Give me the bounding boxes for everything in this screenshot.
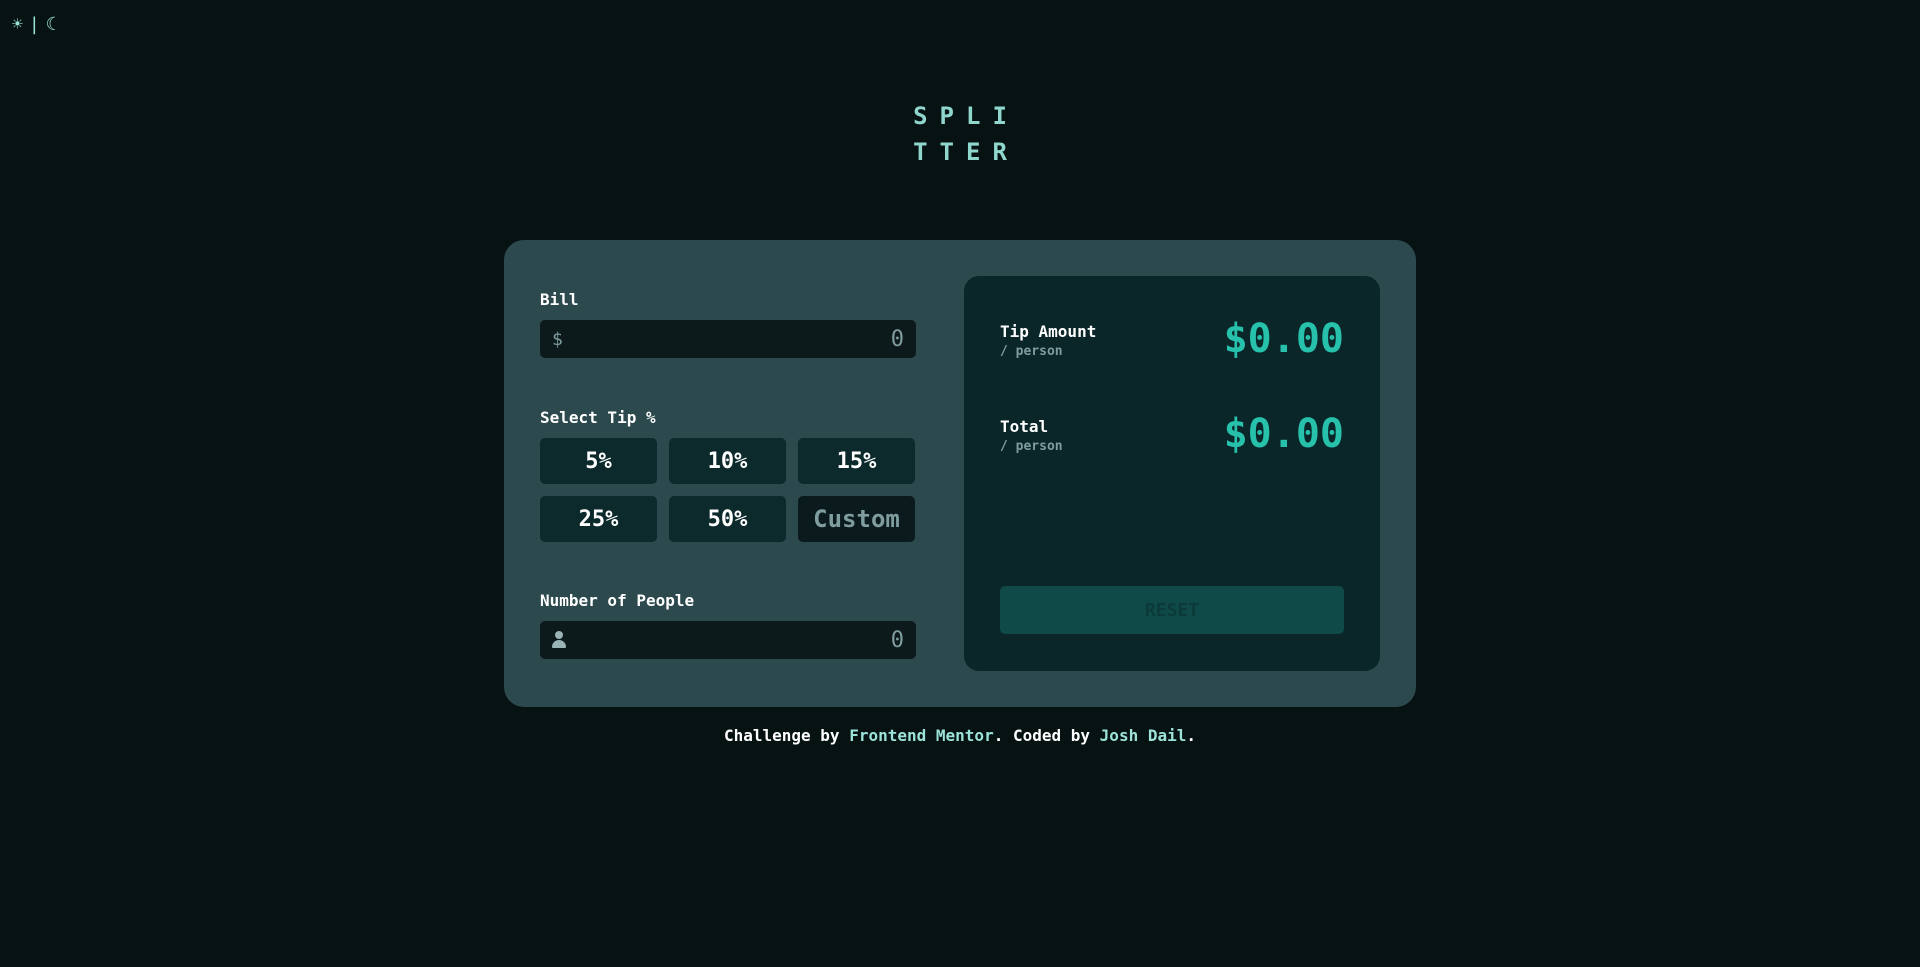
custom-tip-input[interactable]: Custom (798, 496, 915, 542)
logo-line-2: TTER (913, 138, 1019, 166)
attribution-footer: Challenge by Frontend Mentor. Coded by J… (0, 726, 1920, 745)
tip-amount-value: $0.00 (1223, 316, 1344, 362)
tip-button-10[interactable]: 10% (669, 438, 786, 484)
theme-separator: | (28, 14, 40, 35)
reset-button[interactable]: RESET (1000, 586, 1344, 634)
bill-value: 0 (890, 326, 904, 352)
app-logo: SPLI TTER (0, 98, 1920, 170)
tip-amount-title: Tip Amount (1000, 322, 1097, 341)
tip-button-25[interactable]: 25% (540, 496, 657, 542)
tip-label: Select Tip % (540, 408, 656, 427)
tip-button-50[interactable]: 50% (669, 496, 786, 542)
frontend-mentor-link[interactable]: Frontend Mentor (849, 726, 994, 745)
moon-icon[interactable]: ☾ (46, 14, 57, 35)
footer-suffix: . (1186, 726, 1197, 745)
people-value: 0 (890, 627, 904, 653)
author-link[interactable]: Josh Dail (1100, 726, 1187, 745)
total-title: Total (1000, 417, 1049, 436)
tip-amount-row: Tip Amount / person $0.00 (1000, 316, 1344, 382)
total-row: Total / person $0.00 (1000, 411, 1344, 477)
bill-label: Bill (540, 290, 579, 309)
tip-amount-per-person: / person (1000, 344, 1063, 359)
calculator-card: Bill $ 0 Select Tip % 5% 10% 15% 25% 50%… (504, 240, 1416, 707)
person-icon (552, 631, 566, 649)
total-per-person: / person (1000, 439, 1063, 454)
people-input[interactable]: 0 (540, 621, 916, 659)
sun-icon[interactable]: ☀ (12, 14, 23, 35)
theme-toggle: ☀ | ☾ (12, 14, 57, 35)
bill-input[interactable]: $ 0 (540, 320, 916, 358)
tip-options: 5% 10% 15% 25% 50% Custom (540, 438, 916, 542)
tip-button-15[interactable]: 15% (798, 438, 915, 484)
total-value: $0.00 (1223, 411, 1344, 457)
footer-middle: . Coded by (993, 726, 1100, 745)
footer-prefix: Challenge by (723, 726, 850, 745)
dollar-icon: $ (552, 328, 563, 350)
people-label: Number of People (540, 591, 695, 610)
logo-line-1: SPLI (913, 102, 1019, 130)
tip-button-5[interactable]: 5% (540, 438, 657, 484)
results-panel: Tip Amount / person $0.00 Total / person… (964, 276, 1380, 671)
